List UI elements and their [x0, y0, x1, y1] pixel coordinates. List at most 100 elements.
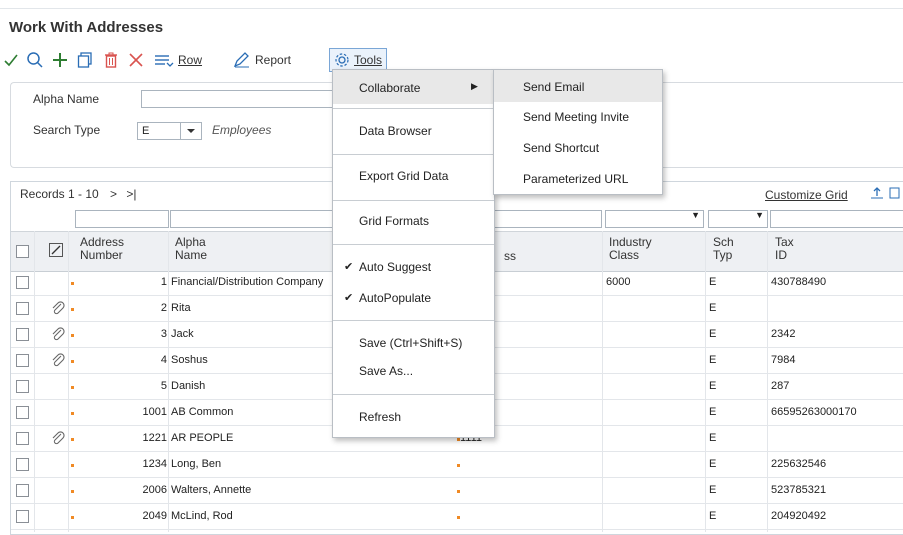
cell-address-number: 4 — [160, 354, 167, 366]
header-sch-typ[interactable]: Sch Typ — [713, 236, 734, 262]
cell-address-number: 3 — [160, 328, 167, 340]
paperclip-icon[interactable] — [51, 326, 65, 345]
page-title: Work With Addresses — [9, 19, 164, 36]
row-menu-button[interactable]: Row — [154, 48, 202, 72]
checkmark-icon: ✔ — [344, 292, 354, 304]
cell-sch-typ: E — [709, 354, 717, 366]
menu-item-label: AutoPopulate — [359, 291, 432, 305]
submenu-item-send-email[interactable]: Send Email — [494, 70, 662, 102]
table-row[interactable]: 2049 McLind, Rod E 204920492 — [11, 504, 903, 530]
chevron-right-icon: ▶ — [471, 81, 478, 91]
header-address-number[interactable]: Address Number — [80, 236, 124, 262]
paperclip-icon[interactable] — [51, 352, 65, 371]
add-button[interactable] — [52, 48, 68, 72]
next-page-icon[interactable]: > — [110, 187, 117, 201]
qbe-tax-id[interactable] — [770, 210, 903, 228]
row-checkbox[interactable] — [16, 432, 29, 445]
row-checkbox[interactable] — [16, 380, 29, 393]
row-marker — [71, 412, 74, 415]
row-marker — [71, 490, 74, 493]
cell-address-number: 2006 — [142, 484, 167, 496]
menu-item-save-as[interactable]: Save As... — [359, 364, 489, 378]
cell-address-number: 1001 — [142, 406, 167, 418]
chevron-down-icon: ▼ — [691, 210, 700, 220]
row-menu-icon — [155, 55, 174, 67]
search-type-input[interactable]: E — [137, 122, 181, 140]
row-checkbox[interactable] — [16, 354, 29, 367]
search-type-description: Employees — [212, 123, 272, 137]
menu-item-grid-formats[interactable]: Grid Formats — [359, 214, 489, 228]
copy-button[interactable] — [77, 48, 93, 72]
submenu-item-send-meeting-invite[interactable]: Send Meeting Invite — [523, 110, 658, 124]
menu-item-refresh[interactable]: Refresh — [359, 410, 489, 424]
qbe-sch-typ[interactable]: ▼ — [708, 210, 768, 228]
cell-alpha-name: Danish — [171, 380, 206, 392]
menu-item-data-browser[interactable]: Data Browser — [359, 124, 489, 138]
header-industry-class[interactable]: Industry Class — [609, 236, 652, 262]
search-type-label: Search Type — [33, 123, 101, 137]
header-address[interactable]: ss — [504, 250, 516, 263]
cell-alpha-name: Jack — [171, 328, 194, 340]
cell-sch-typ: E — [709, 328, 717, 340]
paperclip-icon[interactable] — [51, 430, 65, 449]
last-page-icon[interactable]: >| — [126, 187, 136, 201]
row-checkbox[interactable] — [16, 276, 29, 289]
row-marker — [457, 464, 460, 467]
row-menu-label: Row — [178, 53, 203, 67]
row-marker — [71, 282, 74, 285]
paperclip-icon[interactable] — [51, 300, 65, 319]
qbe-alpha-name[interactable] — [170, 210, 334, 228]
find-button[interactable] — [26, 48, 44, 72]
report-menu-label: Report — [255, 53, 292, 67]
search-type-dropdown[interactable] — [180, 122, 202, 140]
header-tax-id[interactable]: Tax ID — [775, 236, 794, 262]
plus-icon — [53, 53, 67, 67]
cell-tax-id: 430788490 — [771, 276, 827, 288]
top-divider — [0, 8, 903, 9]
report-menu-button[interactable]: Report — [233, 48, 291, 72]
chevron-down-icon — [187, 129, 195, 133]
close-button[interactable] — [128, 48, 144, 72]
row-checkbox[interactable] — [16, 458, 29, 471]
cell-sch-typ: E — [709, 458, 717, 470]
header-alpha-name[interactable]: Alpha Name — [175, 236, 207, 262]
search-icon — [27, 52, 43, 68]
report-icon — [233, 52, 249, 68]
cell-industry-class: 6000 — [606, 276, 631, 288]
row-checkbox[interactable] — [16, 406, 29, 419]
row-checkbox[interactable] — [16, 328, 29, 341]
qbe-address-number[interactable] — [75, 210, 169, 228]
row-marker — [71, 464, 74, 467]
row-marker — [457, 490, 460, 493]
cell-sch-typ: E — [709, 276, 717, 288]
table-row[interactable]: 1234 Long, Ben E 225632546 — [11, 452, 903, 478]
qbe-industry-class[interactable]: ▼ — [605, 210, 704, 228]
customize-grid-link[interactable]: Customize Grid — [765, 188, 848, 202]
export-icon[interactable] — [870, 186, 900, 203]
close-icon — [129, 53, 143, 67]
submenu-item-label: Send Email — [523, 80, 585, 94]
menu-item-collaborate[interactable]: Collaborate ▶ — [333, 70, 494, 104]
cell-sch-typ: E — [709, 406, 717, 418]
table-row[interactable]: 2006 Walters, Annette E 523785321 — [11, 478, 903, 504]
menu-item-label: Auto Suggest — [359, 260, 432, 274]
delete-button[interactable] — [104, 48, 118, 72]
row-checkbox[interactable] — [16, 510, 29, 523]
menu-item-save[interactable]: Save (Ctrl+Shift+S) — [359, 336, 489, 350]
cell-tax-id: 2342 — [771, 328, 796, 340]
alpha-name-label: Alpha Name — [33, 92, 100, 106]
ok-button[interactable] — [3, 48, 19, 72]
select-all-checkbox[interactable] — [16, 245, 29, 258]
row-checkbox[interactable] — [16, 302, 29, 315]
cell-address-number: 5 — [160, 380, 167, 392]
menu-separator — [333, 244, 494, 245]
cell-alpha-name: AR PEOPLE — [171, 432, 234, 444]
submenu-item-parameterized-url[interactable]: Parameterized URL — [523, 172, 658, 186]
records-nav: Records 1 - 10 > >| — [20, 187, 137, 201]
cell-sch-typ: E — [709, 510, 717, 522]
cell-tax-id: 523785321 — [771, 484, 827, 496]
submenu-item-send-shortcut[interactable]: Send Shortcut — [523, 141, 658, 155]
row-checkbox[interactable] — [16, 484, 29, 497]
menu-item-export-grid-data[interactable]: Export Grid Data — [359, 169, 489, 183]
alpha-name-input[interactable] — [141, 90, 333, 108]
